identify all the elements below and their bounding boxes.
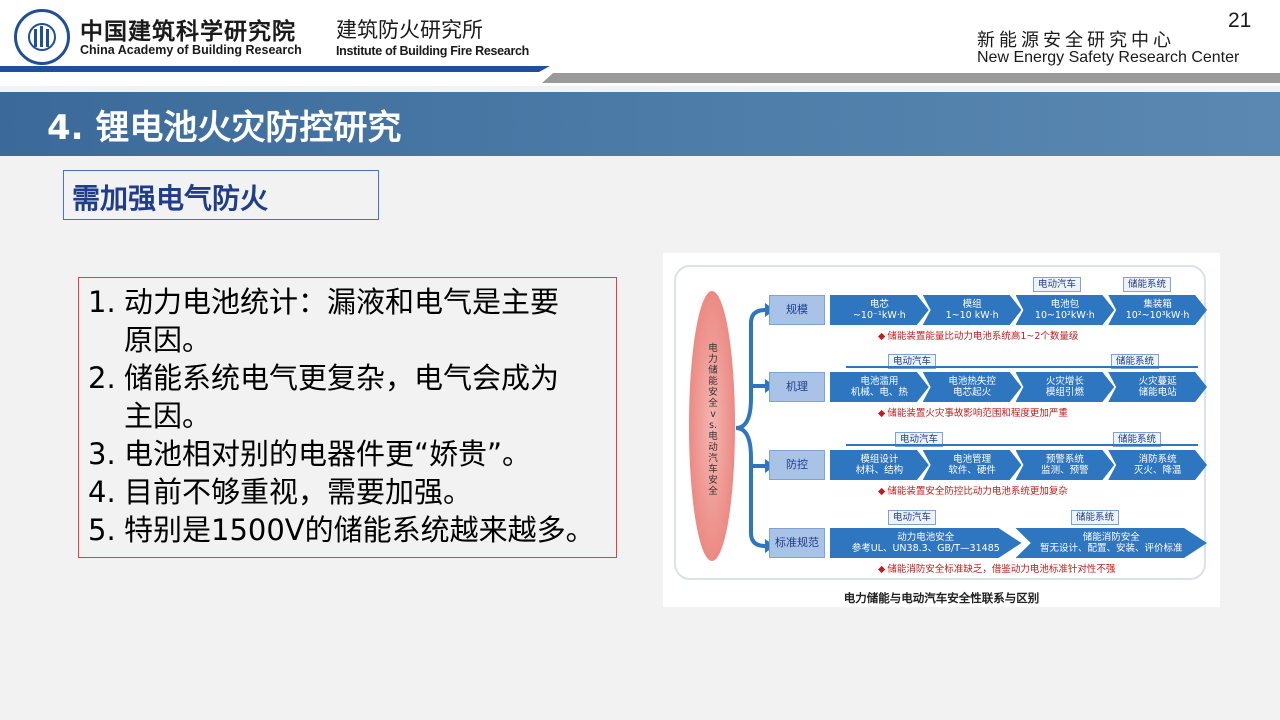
process-step: 电池包 10~10²kW·h: [1015, 295, 1115, 325]
institute-name-en: Institute of Building Fire Research: [336, 44, 529, 58]
row-label: 机理: [769, 372, 825, 402]
process-step: 储能消防安全 暂无设计、配置、安装、评价标准: [1015, 528, 1207, 558]
row-label: 规模: [769, 295, 825, 325]
slide-title: 4. 锂电池火灾防控研究: [47, 108, 402, 148]
list-item-number: 2.: [88, 361, 116, 395]
academy-logo: [14, 9, 70, 65]
process-step: 电芯 ~10⁻¹kW·h: [830, 295, 929, 325]
list-item-number: 5.: [88, 513, 116, 547]
slide-subtitle: 需加强电气防火: [72, 182, 269, 215]
list-item-number: 1.: [88, 285, 116, 319]
header-stripe-gray: [542, 73, 1280, 83]
process-step: 火灾蔓延 储能电站: [1108, 372, 1207, 402]
list-item-text-cont: 原因。: [124, 323, 212, 357]
process-step: 电池热失控 电芯起火: [922, 372, 1022, 402]
list-item: 5. 特别是1500V的储能系统越来越多。: [88, 511, 628, 549]
process-step: 模组 1~10 kW·h: [922, 295, 1022, 325]
slide-header: 中国建筑科学研究院 建筑防火研究所 China Academy of Build…: [0, 0, 1280, 86]
list-item-text-cont: 主因。: [124, 399, 212, 433]
category-tag: 电动汽车: [1033, 277, 1082, 292]
list-item-number: 3.: [88, 437, 116, 471]
scope-line: [846, 366, 1198, 368]
list-item: 3. 电池相对别的电器件更“娇贵”。: [88, 435, 628, 473]
row-label: 防控: [769, 450, 825, 480]
org-name-cn: 中国建筑科学研究院: [80, 18, 296, 45]
row-note: 储能消防安全标准缺乏，借鉴动力电池标准针对性不强: [878, 561, 1115, 575]
list-item: 1. 动力电池统计：漏液和电气是主要 原因。: [88, 283, 628, 359]
comparison-diagram: 电力储能安全vs.电动汽车安全 规模 电芯 ~10⁻¹kW·h 模组 1~10 kW…: [663, 253, 1220, 607]
list-item: 4. 目前不够重视，需要加强。: [88, 473, 628, 511]
org-name-en: China Academy of Building Research: [80, 43, 302, 57]
process-step: 消防系统 灭火、降温: [1108, 450, 1207, 480]
process-step: 集装箱 10²~10³kW·h: [1108, 295, 1207, 325]
ellipse-label: 电力储能安全vs.电动汽车安全: [708, 343, 718, 497]
list-item: 2. 储能系统电气更复杂，电气会成为 主因。: [88, 359, 628, 435]
process-step: 动力电池安全 参考UL、UN38.3、GB/T—31485: [830, 528, 1022, 558]
category-tag: 电动汽车: [888, 510, 937, 525]
list-item-text: 特别是1500V的储能系统越来越多。: [124, 513, 595, 547]
process-step: 预警系统 监测、预警: [1015, 450, 1115, 480]
row-note: 储能装置能量比动力电池系统高1~2个数量级: [878, 328, 1078, 342]
row-note: 储能装置火灾事故影响范围和程度更加严重: [878, 405, 1068, 419]
list-item-text: 动力电池统计：漏液和电气是主要: [124, 285, 560, 319]
institute-name-cn: 建筑防火研究所: [336, 18, 483, 42]
bracket-arrows: [735, 303, 775, 553]
category-tag: 储能系统: [1071, 510, 1120, 525]
process-step: 电池滥用 机械、电、热: [830, 372, 929, 402]
category-tag: 储能系统: [1123, 277, 1172, 292]
list-item-number: 4.: [88, 475, 116, 509]
process-step: 电池管理 软件、硬件: [922, 450, 1022, 480]
page-number: 21: [1228, 9, 1252, 32]
row-note: 储能装置安全防控比动力电池系统更加复杂: [878, 483, 1068, 497]
header-stripe-blue: [0, 66, 550, 72]
center-name-en: New Energy Safety Research Center: [977, 49, 1240, 66]
list-item-text: 电池相对别的电器件更“娇贵”。: [124, 437, 532, 471]
process-step: 模组设计 材料、结构: [830, 450, 929, 480]
row-label: 标准规范: [769, 528, 825, 558]
process-step: 火灾增长 模组引燃: [1015, 372, 1115, 402]
scope-line: [846, 444, 1198, 446]
list-item-text: 目前不够重视，需要加强。: [124, 475, 473, 509]
diagram-caption: 电力储能与电动汽车安全性联系与区别: [843, 591, 1040, 605]
list-item-text: 储能系统电气更复杂，电气会成为: [124, 361, 560, 395]
points-list: 1. 动力电池统计：漏液和电气是主要 原因。 2. 储能系统电气更复杂，电气会成…: [88, 283, 628, 549]
